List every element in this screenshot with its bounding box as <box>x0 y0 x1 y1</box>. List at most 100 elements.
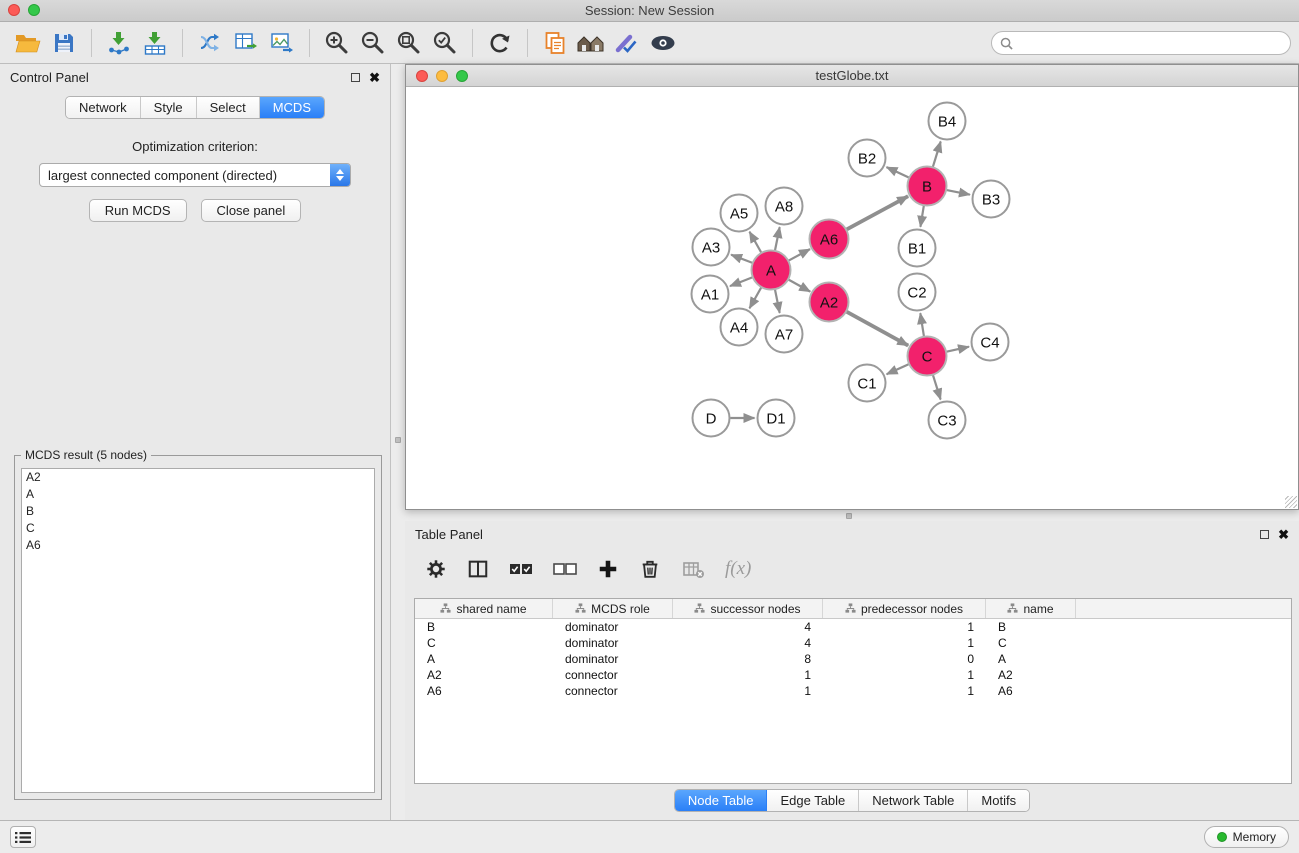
search-input[interactable] <box>1018 36 1282 51</box>
edge-A-A1[interactable] <box>730 277 753 286</box>
edge-B-B3[interactable] <box>946 190 970 195</box>
function-builder-button[interactable]: f(x) <box>725 558 751 580</box>
close-panel-icon[interactable]: ✖ <box>369 71 380 84</box>
edge-A-A8[interactable] <box>775 227 780 251</box>
edge-A2-C[interactable] <box>846 311 908 345</box>
memory-button[interactable]: Memory <box>1204 826 1289 848</box>
horizontal-splitter-grip[interactable] <box>846 513 852 519</box>
graph-node-A6[interactable]: A6 <box>810 220 849 259</box>
export-table-button[interactable] <box>228 26 264 60</box>
float-table-panel-icon[interactable] <box>1260 530 1269 539</box>
show-columns-button[interactable] <box>467 558 489 580</box>
criterion-dropdown[interactable]: largest connected component (directed) <box>39 163 351 187</box>
vertical-splitter-grip[interactable] <box>395 437 401 443</box>
add-row-button[interactable] <box>597 558 619 580</box>
import-table-button[interactable] <box>137 26 173 60</box>
graph-node-D[interactable]: D <box>693 400 730 437</box>
graph-node-A7[interactable]: A7 <box>766 316 803 353</box>
graph-node-B4[interactable]: B4 <box>929 103 966 140</box>
mcds-result-item[interactable]: A2 <box>22 469 374 486</box>
edge-B-B2[interactable] <box>887 167 910 178</box>
graph-node-A1[interactable]: A1 <box>692 276 729 313</box>
table-row[interactable]: Adominator80A <box>415 651 1291 667</box>
tab-motifs[interactable]: Motifs <box>968 790 1029 811</box>
tab-node-table[interactable]: Node Table <box>675 790 768 811</box>
save-session-button[interactable] <box>46 26 82 60</box>
edge-A6-B[interactable] <box>846 196 908 230</box>
edge-A-A4[interactable] <box>750 287 762 308</box>
column-settings-button[interactable] <box>425 558 447 580</box>
zoom-window-button[interactable] <box>28 4 40 16</box>
mcds-result-item[interactable]: C <box>22 520 374 537</box>
graph-node-C2[interactable]: C2 <box>899 274 936 311</box>
graph-node-A8[interactable]: A8 <box>766 188 803 225</box>
table-row[interactable]: A6connector11A6 <box>415 683 1291 699</box>
tab-style[interactable]: Style <box>141 97 197 118</box>
tab-network[interactable]: Network <box>66 97 141 118</box>
edge-C-C3[interactable] <box>933 375 941 400</box>
edge-A-A3[interactable] <box>731 255 753 263</box>
column-header-MCDS-role[interactable]: MCDS role <box>553 599 673 618</box>
edge-B-B4[interactable] <box>933 142 941 168</box>
edge-C-C1[interactable] <box>887 364 910 374</box>
zoom-selected-button[interactable] <box>427 26 463 60</box>
deselect-all-button[interactable] <box>553 560 577 578</box>
run-mcds-button[interactable]: Run MCDS <box>89 199 187 222</box>
zoom-out-button[interactable] <box>355 26 391 60</box>
zoom-network-window-button[interactable] <box>456 70 468 82</box>
apply-style-button[interactable] <box>609 26 645 60</box>
column-header-name[interactable]: name <box>986 599 1076 618</box>
zoom-fit-button[interactable] <box>391 26 427 60</box>
tab-edge-table[interactable]: Edge Table <box>767 790 859 811</box>
graph-node-B[interactable]: B <box>908 167 947 206</box>
edge-A-A5[interactable] <box>750 232 762 253</box>
graph-node-C1[interactable]: C1 <box>849 365 886 402</box>
edge-A-A6[interactable] <box>788 249 810 261</box>
close-panel-button[interactable]: Close panel <box>201 199 302 222</box>
network-graph[interactable]: B4B2BB3A5A8A6B1A3AC2A1A2A4A7C4CC1C3DD1 <box>406 88 1298 509</box>
tab-select[interactable]: Select <box>197 97 260 118</box>
graph-node-A3[interactable]: A3 <box>693 229 730 266</box>
show-hide-graphics-button[interactable] <box>645 26 681 60</box>
mcds-result-item[interactable]: B <box>22 503 374 520</box>
close-network-window-button[interactable] <box>416 70 428 82</box>
column-header-shared-name[interactable]: shared name <box>415 599 553 618</box>
open-session-button[interactable] <box>10 26 46 60</box>
close-window-button[interactable] <box>8 4 20 16</box>
graph-node-D1[interactable]: D1 <box>758 400 795 437</box>
network-canvas[interactable]: B4B2BB3A5A8A6B1A3AC2A1A2A4A7C4CC1C3DD1 <box>406 88 1298 509</box>
graph-node-A4[interactable]: A4 <box>721 309 758 346</box>
delete-row-button[interactable] <box>639 558 661 580</box>
column-header-predecessor-nodes[interactable]: predecessor nodes <box>823 599 986 618</box>
graph-node-B2[interactable]: B2 <box>849 140 886 177</box>
column-header-successor-nodes[interactable]: successor nodes <box>673 599 823 618</box>
first-neighbors-button[interactable] <box>573 26 609 60</box>
apply-layout-button[interactable] <box>482 26 518 60</box>
graph-node-A2[interactable]: A2 <box>810 283 849 322</box>
tab-network-table[interactable]: Network Table <box>859 790 968 811</box>
edge-C-C4[interactable] <box>946 347 969 352</box>
select-all-button[interactable] <box>509 560 533 578</box>
table-row[interactable]: Cdominator41C <box>415 635 1291 651</box>
table-row[interactable]: Bdominator41B <box>415 619 1291 635</box>
window-resize-grip[interactable] <box>1285 496 1297 508</box>
close-table-panel-icon[interactable]: ✖ <box>1278 528 1289 541</box>
graph-node-C3[interactable]: C3 <box>929 402 966 439</box>
search-box[interactable] <box>991 31 1291 55</box>
graph-node-B1[interactable]: B1 <box>899 230 936 267</box>
edge-A-A2[interactable] <box>788 279 810 291</box>
mcds-result-item[interactable]: A <box>22 486 374 503</box>
export-image-button[interactable] <box>264 26 300 60</box>
table-row[interactable]: A2connector11A2 <box>415 667 1291 683</box>
import-network-button[interactable] <box>101 26 137 60</box>
task-history-button[interactable] <box>10 826 36 848</box>
edge-B-B1[interactable] <box>920 205 924 227</box>
copy-button[interactable] <box>537 26 573 60</box>
edge-A-A7[interactable] <box>775 289 780 313</box>
tab-mcds[interactable]: MCDS <box>260 97 324 118</box>
float-panel-icon[interactable] <box>351 73 360 82</box>
delete-table-button[interactable] <box>681 557 705 581</box>
graph-node-B3[interactable]: B3 <box>973 181 1010 218</box>
graph-node-A5[interactable]: A5 <box>721 195 758 232</box>
zoom-in-button[interactable] <box>319 26 355 60</box>
